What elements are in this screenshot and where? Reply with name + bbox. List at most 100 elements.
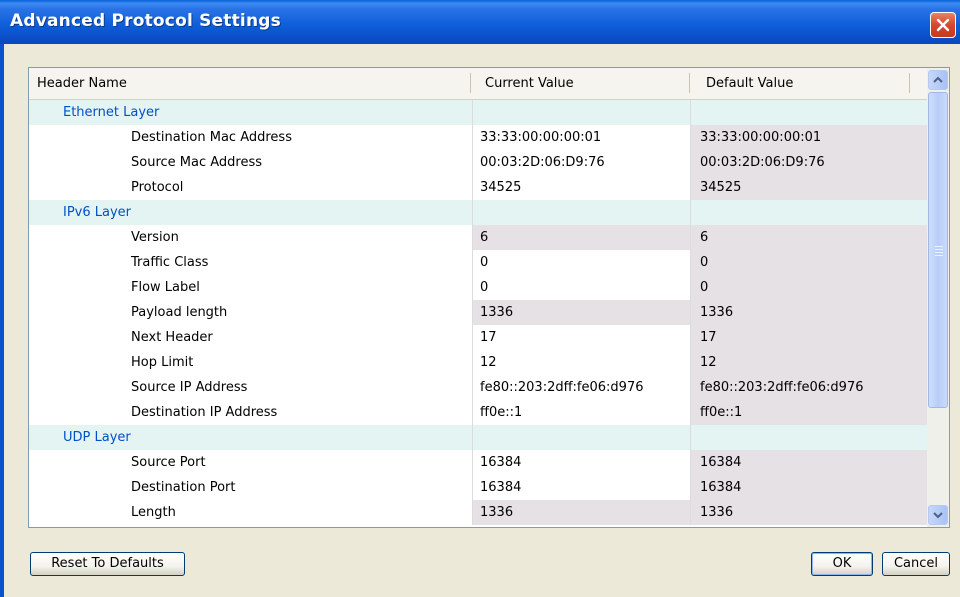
current-value-cell: [472, 100, 691, 125]
current-value-cell[interactable]: [472, 325, 691, 350]
thumb-grip: [935, 255, 943, 256]
close-button[interactable]: [930, 12, 956, 38]
scroll-up-button[interactable]: [928, 70, 948, 90]
table-row[interactable]: Destination IP Address ff0e::1 ff0e::1: [29, 400, 928, 425]
default-value: 0: [700, 255, 709, 270]
title-bar[interactable]: Advanced Protocol Settings: [0, 0, 960, 44]
vertical-scrollbar[interactable]: [927, 68, 949, 527]
grid-header: Header Name Current Value Default Value: [29, 68, 927, 100]
default-value-cell: [690, 225, 928, 250]
current-value[interactable]: 1336: [480, 300, 513, 325]
default-value: ff0e::1: [700, 405, 743, 420]
default-value-cell: [690, 200, 928, 225]
default-value-cell: [690, 250, 928, 275]
table-row[interactable]: Source IP Address fe80::203:2dff:fe06:d97…: [29, 375, 928, 400]
section-label: UDP Layer: [63, 430, 131, 445]
current-value-cell[interactable]: [472, 250, 691, 275]
window-border: [0, 44, 4, 597]
field-name: Payload length: [131, 305, 228, 320]
column-divider[interactable]: [470, 73, 471, 93]
table-row[interactable]: Protocol 34525 34525: [29, 175, 928, 200]
default-value: 1336: [700, 505, 734, 520]
table-row[interactable]: Destination Port 16384 16384: [29, 475, 928, 500]
default-value: 1336: [700, 305, 734, 320]
current-value-cell: [472, 200, 691, 225]
table-row[interactable]: Flow Label 0 0: [29, 275, 928, 300]
default-value: 6: [700, 230, 709, 245]
window-title: Advanced Protocol Settings: [10, 11, 281, 31]
scroll-thumb[interactable]: [928, 92, 948, 408]
default-value: 33:33:00:00:00:01: [700, 130, 822, 145]
field-name: Source IP Address: [131, 380, 248, 395]
reset-to-defaults-button[interactable]: Reset To Defaults: [30, 552, 185, 576]
default-value-cell: [690, 325, 928, 350]
default-value-cell: [690, 425, 928, 450]
current-value[interactable]: 16384: [480, 450, 521, 475]
thumb-grip: [935, 246, 943, 247]
table-row[interactable]: Source Mac Address 00:03:2D:06:D9:76 00:03…: [29, 150, 928, 175]
current-value[interactable]: 0: [480, 250, 488, 275]
section-label: Ethernet Layer: [63, 105, 160, 120]
default-value: 16384: [700, 455, 742, 470]
column-divider[interactable]: [909, 73, 910, 93]
current-value[interactable]: ff0e::1: [480, 400, 522, 425]
default-value: 16384: [700, 480, 742, 495]
section-row[interactable]: UDP Layer: [29, 425, 928, 450]
column-header-name[interactable]: Header Name: [37, 68, 127, 99]
ok-button[interactable]: OK: [811, 552, 873, 576]
current-value[interactable]: 16384: [480, 475, 521, 500]
current-value[interactable]: 12: [480, 350, 497, 375]
default-value: 0: [700, 280, 709, 295]
scroll-down-button[interactable]: [928, 505, 948, 525]
chevron-down-icon: [933, 512, 943, 519]
field-name: Traffic Class: [131, 255, 209, 270]
field-name: Source Port: [131, 455, 206, 470]
current-value[interactable]: 0: [480, 275, 488, 300]
field-name: Destination IP Address: [131, 405, 278, 420]
current-value[interactable]: 00:03:2D:06:D9:76: [480, 150, 605, 175]
table-row[interactable]: Hop Limit 12 12: [29, 350, 928, 375]
current-value-cell[interactable]: [472, 225, 691, 250]
current-value-cell: [472, 425, 691, 450]
field-name: Length: [131, 505, 176, 520]
field-name: Flow Label: [131, 280, 200, 295]
table-row[interactable]: Version 6 6: [29, 225, 928, 250]
close-icon: [936, 18, 950, 32]
current-value[interactable]: fe80::203:2dff:fe06:d976: [480, 375, 644, 400]
table-row[interactable]: Next Header 17 17: [29, 325, 928, 350]
column-divider[interactable]: [689, 73, 690, 93]
current-value-cell[interactable]: [472, 275, 691, 300]
table-row[interactable]: Length 1336 1336: [29, 500, 928, 525]
thumb-grip: [935, 252, 943, 253]
field-name: Protocol: [131, 180, 184, 195]
table-row[interactable]: Source Port 16384 16384: [29, 450, 928, 475]
column-header-current-value[interactable]: Current Value: [485, 68, 574, 99]
section-row[interactable]: IPv6 Layer: [29, 200, 928, 225]
current-value[interactable]: 1336: [480, 500, 513, 525]
section-row[interactable]: Ethernet Layer: [29, 100, 928, 125]
default-value: 00:03:2D:06:D9:76: [700, 155, 825, 170]
default-value-cell: [690, 350, 928, 375]
default-value: fe80::203:2dff:fe06:d976: [700, 380, 864, 395]
default-value: 12: [700, 355, 717, 370]
current-value-cell[interactable]: [472, 350, 691, 375]
cancel-button[interactable]: Cancel: [882, 552, 950, 576]
field-name: Next Header: [131, 330, 213, 345]
field-name: Version: [131, 230, 179, 245]
field-name: Source Mac Address: [131, 155, 263, 170]
current-value[interactable]: 17: [480, 325, 497, 350]
field-name: Destination Port: [131, 480, 236, 495]
column-header-default-value[interactable]: Default Value: [706, 68, 793, 99]
default-value-cell: [690, 100, 928, 125]
table-row[interactable]: Traffic Class 0 0: [29, 250, 928, 275]
section-label: IPv6 Layer: [63, 205, 132, 220]
table-row[interactable]: Payload length 1336 1336: [29, 300, 928, 325]
table-row[interactable]: Destination Mac Address 33:33:00:00:00:01…: [29, 125, 928, 150]
default-value: 34525: [700, 180, 742, 195]
protocol-settings-grid: Header Name Current Value Default Value …: [28, 67, 950, 528]
current-value[interactable]: 34525: [480, 175, 521, 200]
current-value[interactable]: 6: [480, 225, 488, 250]
current-value[interactable]: 33:33:00:00:00:01: [480, 125, 601, 150]
advanced-protocol-settings-dialog: Advanced Protocol Settings Header Name C…: [0, 0, 960, 597]
field-name: Destination Mac Address: [131, 130, 292, 145]
